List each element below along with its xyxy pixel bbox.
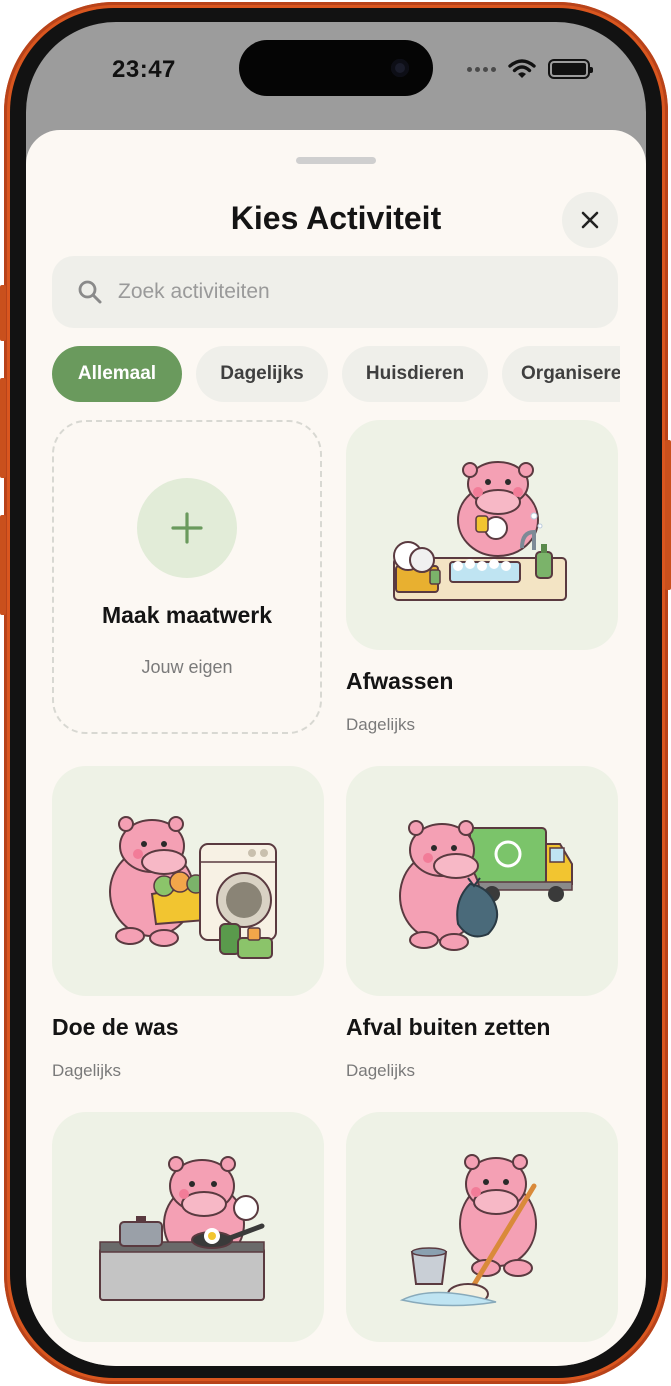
hippo-taking-out-trash-illustration bbox=[399, 820, 573, 951]
next-row-title-peek bbox=[348, 1362, 354, 1366]
activity-title: Afval buiten zetten bbox=[346, 1014, 551, 1040]
chip-organiseren[interactable]: Organiseren bbox=[502, 346, 620, 402]
activity-card-cooking[interactable] bbox=[52, 1112, 324, 1360]
custom-activity-subtitle: Jouw eigen bbox=[141, 657, 233, 677]
sheet-drag-handle[interactable] bbox=[296, 157, 376, 164]
plus-icon bbox=[171, 512, 203, 544]
create-custom-activity-card[interactable]: Maak maatwerk Jouw eigen bbox=[52, 420, 322, 734]
activity-card-afwassen[interactable]: Afwassen Dagelijks bbox=[346, 420, 618, 735]
chip-huisdieren[interactable]: Huisdieren bbox=[342, 346, 488, 402]
category-filter-chips: Allemaal Dagelijks Huisdieren Organisere… bbox=[52, 346, 620, 404]
hippo-doing-laundry-illustration bbox=[109, 816, 277, 959]
battery-icon bbox=[548, 59, 593, 79]
dynamic-island bbox=[239, 40, 433, 96]
activity-category: Dagelijks bbox=[52, 1061, 121, 1080]
wifi-icon bbox=[508, 59, 536, 78]
status-time: 23:47 bbox=[112, 56, 176, 83]
activity-illustration bbox=[346, 420, 618, 650]
activity-card-doe-de-was[interactable]: Doe de was Dagelijks bbox=[52, 766, 324, 1081]
activity-card-mopping[interactable] bbox=[346, 1112, 618, 1342]
front-camera bbox=[391, 59, 409, 77]
search-bar[interactable] bbox=[52, 256, 618, 328]
chip-allemaal[interactable]: Allemaal bbox=[52, 346, 182, 402]
close-icon bbox=[581, 211, 599, 229]
activity-card-afval-buiten-zetten[interactable]: Afval buiten zetten Dagelijks bbox=[346, 766, 618, 1081]
add-custom-button[interactable] bbox=[137, 478, 237, 578]
hippo-cooking-illustration bbox=[99, 1156, 265, 1301]
activity-illustration bbox=[346, 766, 618, 996]
screen: 23:47 Kies Activiteit Allemaal bbox=[26, 22, 646, 1366]
sheet-title: Kies Activiteit bbox=[230, 200, 442, 236]
cellular-signal-icon bbox=[467, 66, 496, 72]
volume-up-button bbox=[0, 378, 6, 478]
activity-illustration bbox=[52, 1112, 324, 1342]
power-button bbox=[665, 440, 671, 590]
action-button bbox=[0, 285, 6, 341]
volume-down-button bbox=[0, 515, 6, 615]
search-icon bbox=[78, 280, 102, 304]
chip-dagelijks[interactable]: Dagelijks bbox=[196, 346, 328, 402]
status-icons bbox=[467, 58, 593, 80]
activity-title: Afwassen bbox=[346, 668, 454, 694]
hippo-washing-dishes-illustration bbox=[393, 461, 567, 601]
hippo-mopping-floor-illustration bbox=[399, 1154, 537, 1307]
activity-illustration bbox=[346, 1112, 618, 1342]
activity-illustration bbox=[52, 766, 324, 996]
custom-activity-title: Maak maatwerk bbox=[101, 602, 273, 628]
activity-category: Dagelijks bbox=[346, 1061, 415, 1080]
activity-picker-sheet: Kies Activiteit Allemaal Dagelijks Huisd… bbox=[26, 130, 646, 1366]
activity-title: Doe de was bbox=[52, 1014, 179, 1040]
close-button[interactable] bbox=[562, 192, 618, 248]
search-input[interactable] bbox=[118, 280, 598, 304]
activity-category: Dagelijks bbox=[346, 715, 415, 734]
